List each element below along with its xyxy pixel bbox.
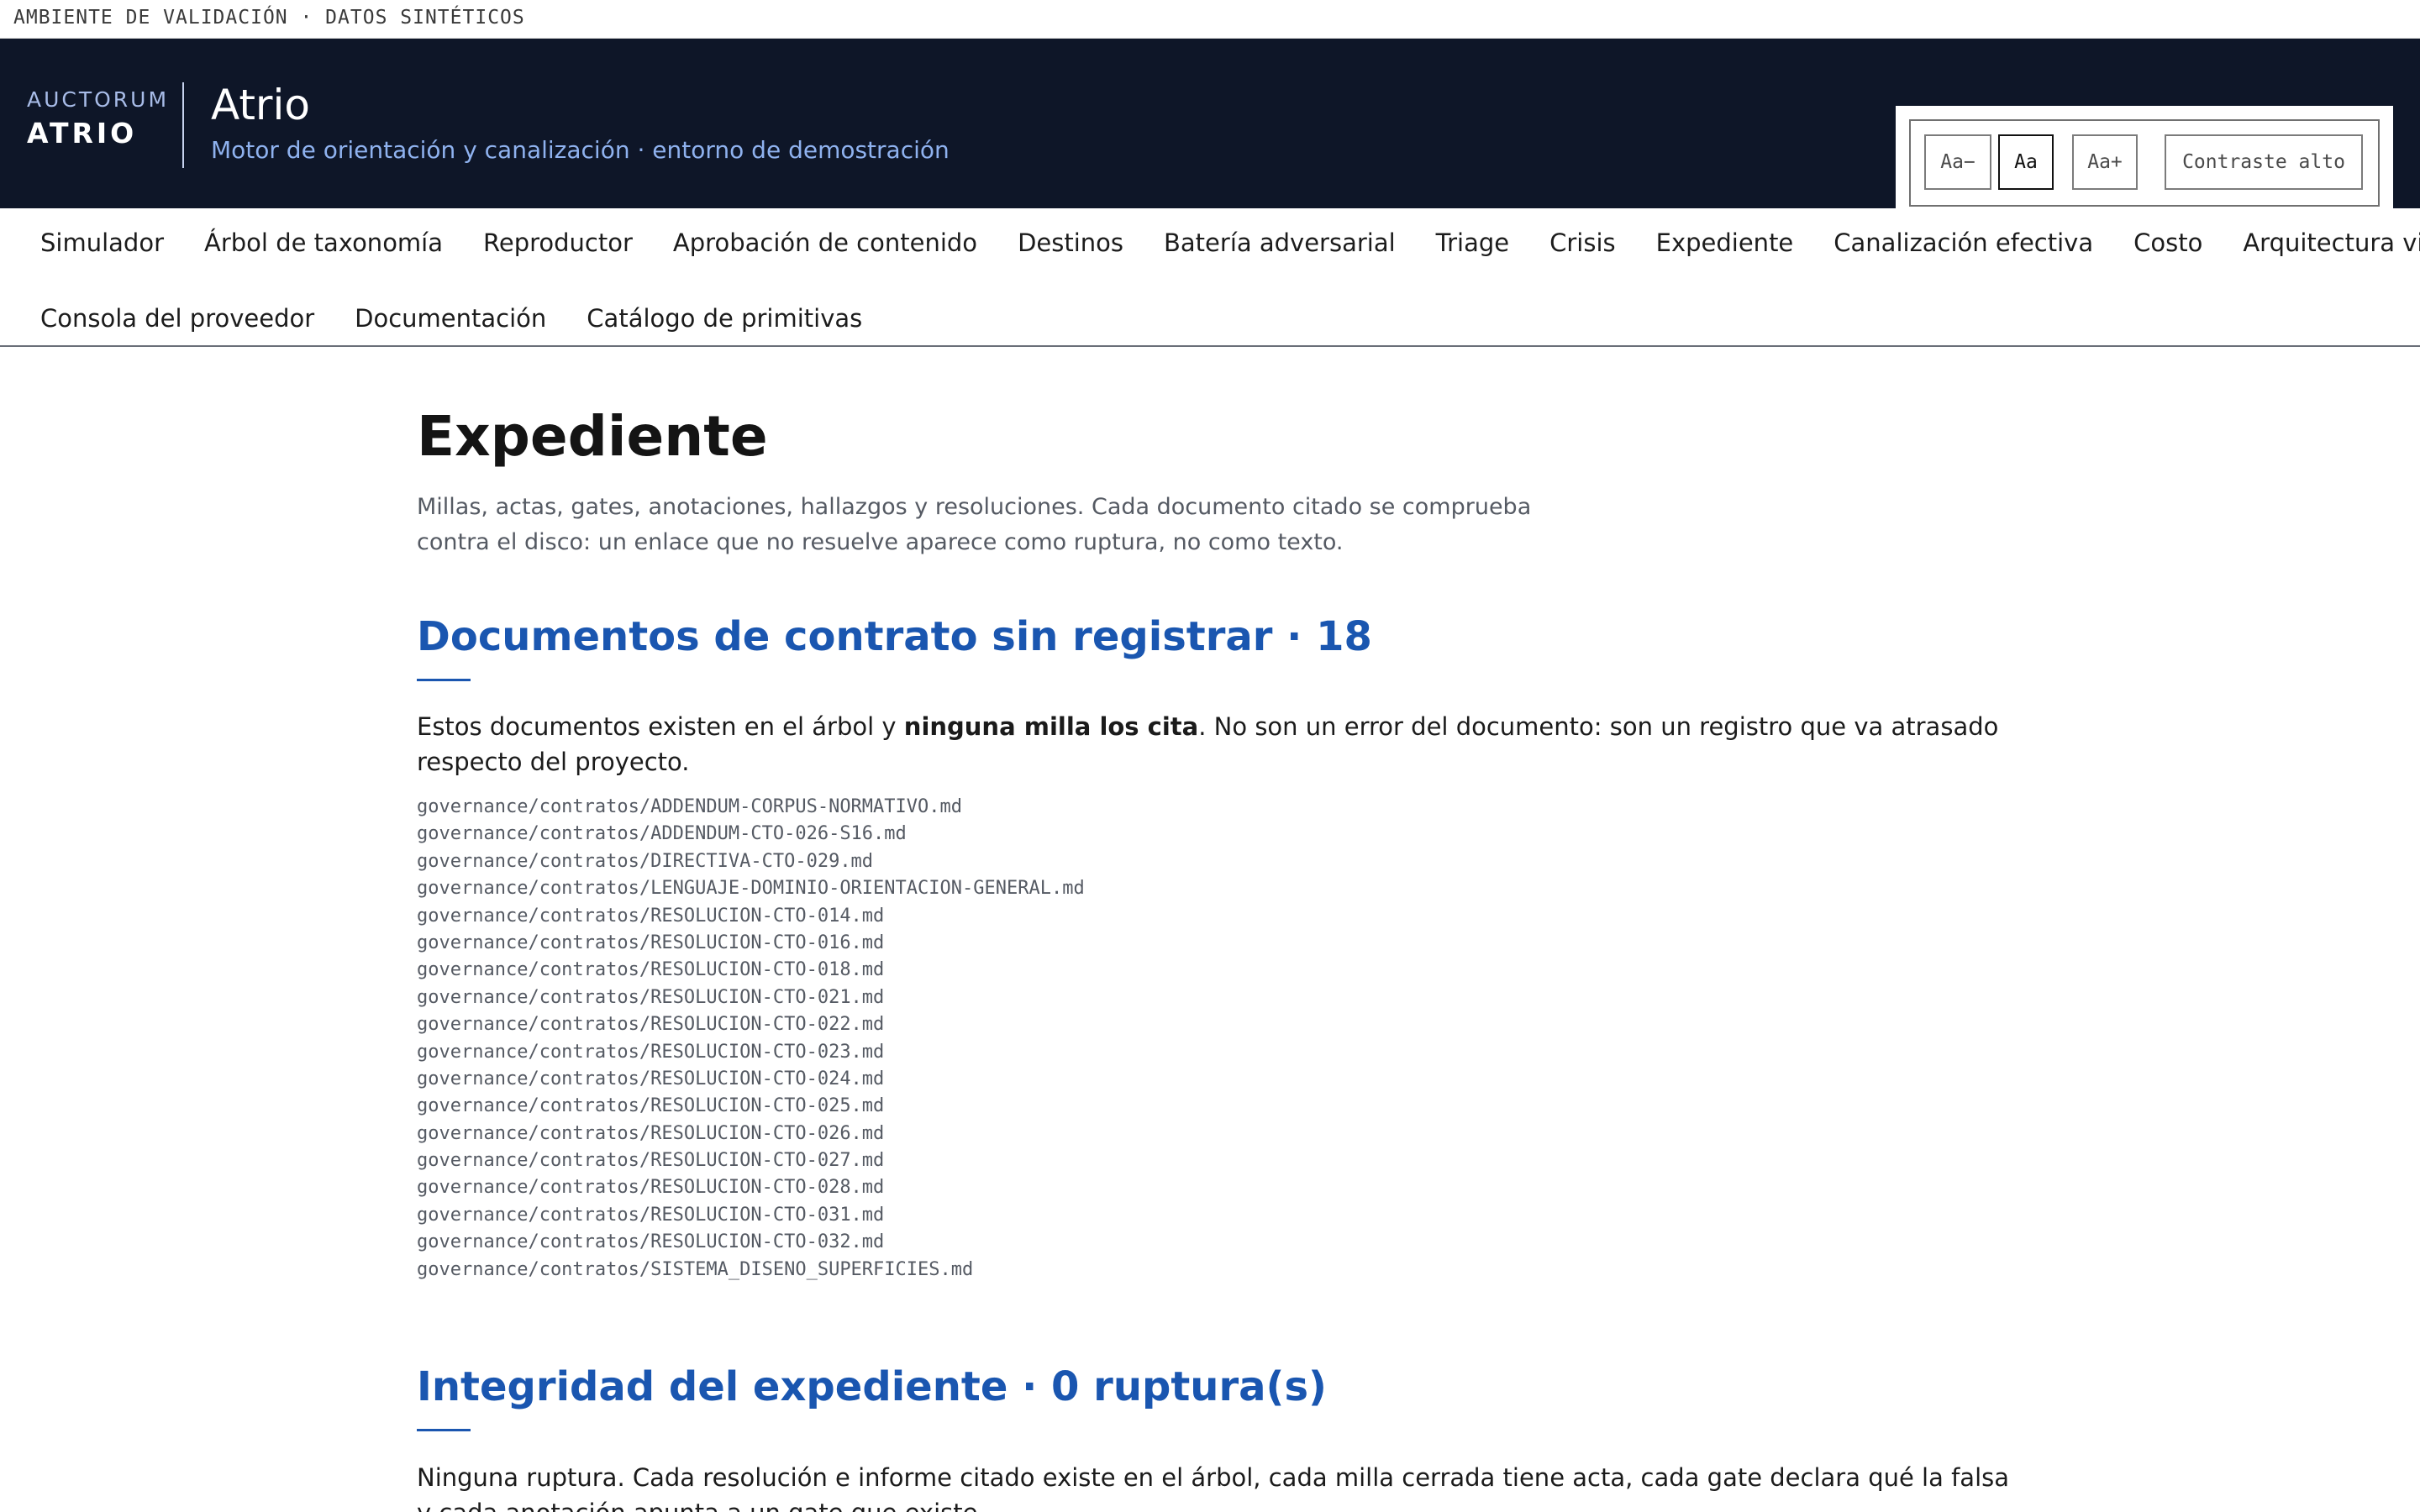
file-path: governance/contratos/ADDENDUM-CORPUS-NOR… — [417, 796, 963, 817]
text-before: Estos documentos existen en el árbol y — [417, 712, 904, 741]
file-path: governance/contratos/RESOLUCION-CTO-027.… — [417, 1150, 885, 1172]
nav-item-triage[interactable]: Triage — [1436, 228, 1509, 257]
text-emphasis: ninguna milla los cita — [903, 712, 1199, 741]
file-path: governance/contratos/RESOLUCION-CTO-022.… — [417, 1014, 885, 1036]
file-path: governance/contratos/RESOLUCION-CTO-018.… — [417, 959, 885, 981]
file-path: governance/contratos/RESOLUCION-CTO-031.… — [417, 1204, 885, 1226]
unregistered-file-list: governance/contratos/ADDENDUM-CORPUS-NOR… — [417, 794, 1085, 1284]
section-divider — [417, 679, 471, 681]
font-decrease-button[interactable]: Aa− — [1924, 134, 1991, 190]
file-path: governance/contratos/DIRECTIVA-CTO-029.m… — [417, 850, 874, 872]
nav-item-aprobacion-contenido[interactable]: Aprobación de contenido — [673, 228, 977, 257]
file-path: governance/contratos/RESOLUCION-CTO-024.… — [417, 1068, 885, 1089]
file-path: governance/contratos/RESOLUCION-CTO-021.… — [417, 986, 885, 1008]
nav-row-1: Simulador Árbol de taxonomía Reproductor… — [40, 228, 2420, 257]
file-path: governance/contratos/SISTEMA_DISENO_SUPE… — [417, 1258, 974, 1280]
nav-item-catalogo-primitivas[interactable]: Catálogo de primitivas — [587, 304, 862, 333]
brand-divider — [182, 82, 184, 168]
file-path: governance/contratos/ADDENDUM-CTO-026-S1… — [417, 823, 907, 845]
integrity-section-title: Integridad del expediente · 0 ruptura(s) — [417, 1363, 1327, 1410]
high-contrast-button[interactable]: Contraste alto — [2165, 134, 2363, 190]
app-subtitle: Motor de orientación y canalización · en… — [211, 136, 950, 164]
nav-item-costo[interactable]: Costo — [2133, 228, 2202, 257]
file-path: governance/contratos/RESOLUCION-CTO-028.… — [417, 1177, 885, 1199]
file-path: governance/contratos/RESOLUCION-CTO-016.… — [417, 932, 885, 953]
nav-item-arbol-taxonomia[interactable]: Árbol de taxonomía — [204, 228, 443, 257]
font-increase-button[interactable]: Aa+ — [2072, 134, 2138, 190]
nav-item-expediente[interactable]: Expediente — [1656, 228, 1794, 257]
nav-item-crisis[interactable]: Crisis — [1549, 228, 1616, 257]
page-title: Expediente — [417, 404, 768, 469]
file-path: governance/contratos/RESOLUCION-CTO-026.… — [417, 1122, 885, 1144]
accessibility-panel: Aa− Aa Aa+ Contraste alto — [1896, 106, 2393, 220]
nav-item-arquitectura-viva[interactable]: Arquitectura viva — [2243, 228, 2420, 257]
integrity-section-text: Ninguna ruptura. Cada resolución e infor… — [417, 1463, 2010, 1512]
brand-name: ATRIO — [27, 117, 138, 150]
app-title: Atrio — [211, 81, 310, 129]
file-path: governance/contratos/RESOLUCION-CTO-023.… — [417, 1041, 885, 1063]
file-path: governance/contratos/RESOLUCION-CTO-032.… — [417, 1231, 885, 1253]
nav-item-bateria-adversarial[interactable]: Batería adversarial — [1164, 228, 1396, 257]
unregistered-section-title: Documentos de contrato sin registrar · 1… — [417, 613, 1372, 660]
nav-item-documentacion[interactable]: Documentación — [355, 304, 546, 333]
file-path: governance/contratos/RESOLUCION-CTO-025.… — [417, 1095, 885, 1117]
file-path: governance/contratos/LENGUAJE-DOMINIO-OR… — [417, 878, 1085, 900]
section-divider — [417, 1429, 471, 1431]
brand-org: AUCTORUM — [27, 87, 170, 112]
nav-item-canalizacion-efectiva[interactable]: Canalización efectiva — [1833, 228, 2093, 257]
accessibility-controls: Aa− Aa Aa+ Contraste alto — [1909, 119, 2380, 207]
page-description: Millas, actas, gates, anotaciones, halla… — [417, 494, 1532, 555]
file-path: governance/contratos/RESOLUCION-CTO-014.… — [417, 905, 885, 927]
nav-row-2: Consola del proveedor Documentación Catá… — [40, 304, 862, 333]
main-navigation: Simulador Árbol de taxonomía Reproductor… — [0, 208, 2420, 347]
nav-item-reproductor[interactable]: Reproductor — [483, 228, 633, 257]
unregistered-section-text: Estos documentos existen en el árbol y n… — [417, 709, 2013, 780]
environment-banner: AMBIENTE DE VALIDACIÓN · DATOS SINTÉTICO… — [0, 0, 2420, 39]
brand-logo: AUCTORUM ATRIO — [27, 87, 169, 150]
app-header: AUCTORUM ATRIO Atrio Motor de orientació… — [0, 39, 2420, 220]
nav-item-simulador[interactable]: Simulador — [40, 228, 164, 257]
font-normal-button[interactable]: Aa — [1998, 134, 2054, 190]
nav-item-consola-proveedor[interactable]: Consola del proveedor — [40, 304, 314, 333]
nav-item-destinos[interactable]: Destinos — [1018, 228, 1123, 257]
